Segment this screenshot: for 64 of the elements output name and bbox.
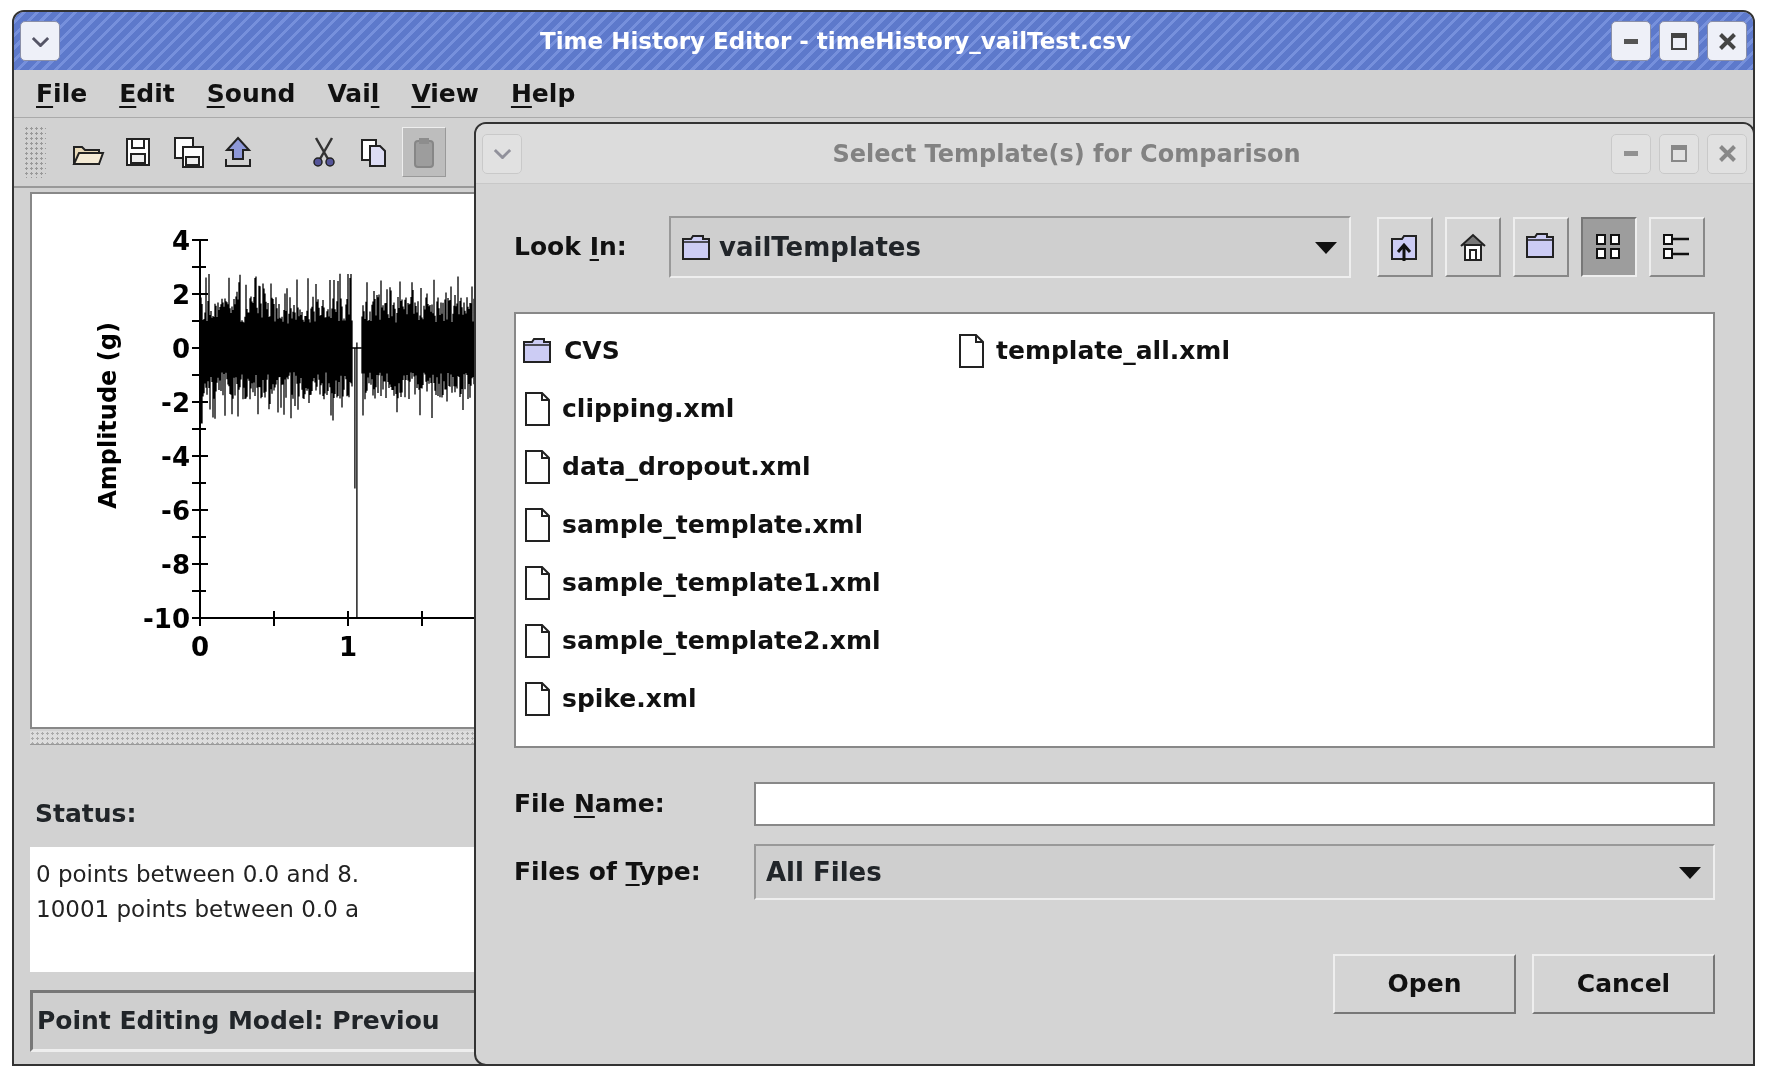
close-button[interactable] xyxy=(1707,21,1747,61)
file-icon xyxy=(522,507,552,543)
maximize-icon xyxy=(1671,32,1687,50)
file-list-item[interactable]: clipping.xml xyxy=(522,380,922,438)
menu-item[interactable]: Edit xyxy=(119,74,175,113)
maximize-icon xyxy=(1671,145,1687,162)
maximize-button[interactable] xyxy=(1659,21,1699,61)
menu-item[interactable]: View xyxy=(411,74,479,113)
dialog-button[interactable]: Cancel xyxy=(1532,954,1715,1014)
axis-tick-label: -10 xyxy=(143,604,190,634)
file-list-item[interactable]: sample_template2.xml xyxy=(522,612,922,670)
axis-tick-label: 0 xyxy=(190,632,210,662)
folder-icon xyxy=(522,336,554,366)
file-name-label: File Name: xyxy=(514,788,666,821)
file-list-item[interactable]: CVS xyxy=(522,322,922,380)
dropdown-value: All Files xyxy=(766,855,883,889)
status-line: 10001 points between 0.0 a xyxy=(36,895,361,924)
file-list-item[interactable]: spike.xml xyxy=(522,670,922,728)
menu-item[interactable]: Help xyxy=(510,74,576,113)
chevron-down-icon xyxy=(30,35,50,47)
dialog-tool-button[interactable] xyxy=(1581,217,1637,277)
file-type-label: Files of Type: xyxy=(514,856,702,889)
status-line: 0 points between 0.0 and 8. xyxy=(36,860,361,889)
file-list-item[interactable]: sample_template.xml xyxy=(522,496,922,554)
menu-item[interactable]: File xyxy=(36,74,88,113)
file-list-item[interactable]: template_all.xml xyxy=(956,322,1356,380)
axis-title: Amplitude (g) xyxy=(94,322,122,509)
look-in-label: Look In: xyxy=(514,231,628,264)
axis-tick-label: -8 xyxy=(161,550,190,580)
folder-icon xyxy=(681,233,711,261)
axis-tick-label: -4 xyxy=(161,442,190,472)
file-type-dropdown[interactable]: All Files xyxy=(754,844,1715,900)
minimize-button[interactable] xyxy=(1611,21,1651,61)
window-title: Select Template(s) for Comparison xyxy=(831,138,1302,170)
look-in-dropdown[interactable]: vailTemplates xyxy=(669,216,1351,278)
file-icon xyxy=(522,681,552,717)
file-icon xyxy=(522,565,552,601)
file-icon xyxy=(522,449,552,485)
minimize-icon xyxy=(1624,151,1638,156)
window-menu-button[interactable] xyxy=(20,21,60,61)
minimize-icon xyxy=(1624,38,1638,44)
dialog-button[interactable]: Open xyxy=(1333,954,1516,1014)
axis-tick-label: 0 xyxy=(171,334,190,364)
axis-tick-label: -6 xyxy=(161,496,190,526)
window-title: Time History Editor - timeHistory_vailTest.csv xyxy=(539,26,1132,56)
floppy-disks-icon xyxy=(171,135,205,169)
close-icon xyxy=(1718,32,1736,50)
file-icon xyxy=(522,623,552,659)
axis-tick-label: 4 xyxy=(171,226,190,256)
chevron-down-icon xyxy=(492,148,512,159)
menu-item[interactable]: Vail xyxy=(327,74,380,113)
file-icon xyxy=(956,333,986,369)
close-icon xyxy=(1718,145,1736,162)
file-list-item[interactable]: sample_template1.xml xyxy=(522,554,922,612)
file-icon xyxy=(522,391,552,427)
axis-tick-label: -2 xyxy=(161,388,190,418)
axis-tick-label: 2 xyxy=(171,280,190,310)
dropdown-value: vailTemplates xyxy=(719,230,922,264)
status-label: Status: xyxy=(34,798,138,830)
menu-item[interactable]: Sound xyxy=(206,74,296,113)
file-list-item[interactable]: data_dropout.xml xyxy=(522,438,922,496)
editing-model-bar: Point Editing Model: Previou xyxy=(30,990,476,1052)
axis-tick-label: 1 xyxy=(338,632,358,662)
file-name-field[interactable] xyxy=(754,782,1715,826)
